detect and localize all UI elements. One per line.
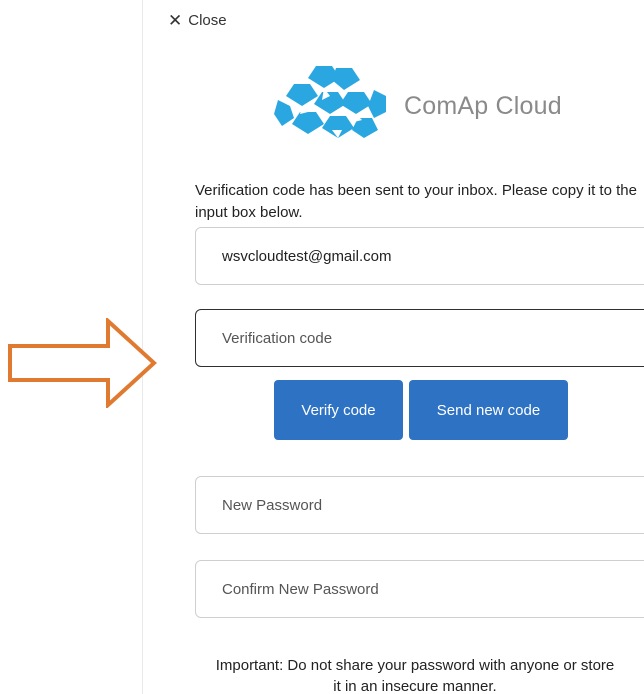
security-notice-line-2: it in an insecure manner. <box>333 678 497 694</box>
arrow-right-icon <box>8 318 157 408</box>
new-password-field[interactable] <box>195 476 644 534</box>
verification-code-input[interactable] <box>195 309 644 367</box>
verify-code-button[interactable]: Verify code <box>274 380 403 440</box>
confirm-password-field[interactable] <box>195 560 644 618</box>
password-reset-page: ✕ Close ComAp Cloud Verification code ha… <box>0 0 644 694</box>
email-field[interactable] <box>195 227 644 285</box>
verification-instructions: Verification code has been sent to your … <box>195 182 637 221</box>
security-notice: Important: Do not share your password wi… <box>170 655 644 694</box>
close-button[interactable]: ✕ Close <box>168 12 227 29</box>
close-label: Close <box>188 12 227 29</box>
send-new-code-button[interactable]: Send new code <box>409 380 568 440</box>
security-notice-line-1: Important: Do not share your password wi… <box>215 657 615 674</box>
close-icon: ✕ <box>168 11 183 30</box>
brand-name: ComAp Cloud <box>404 92 562 120</box>
